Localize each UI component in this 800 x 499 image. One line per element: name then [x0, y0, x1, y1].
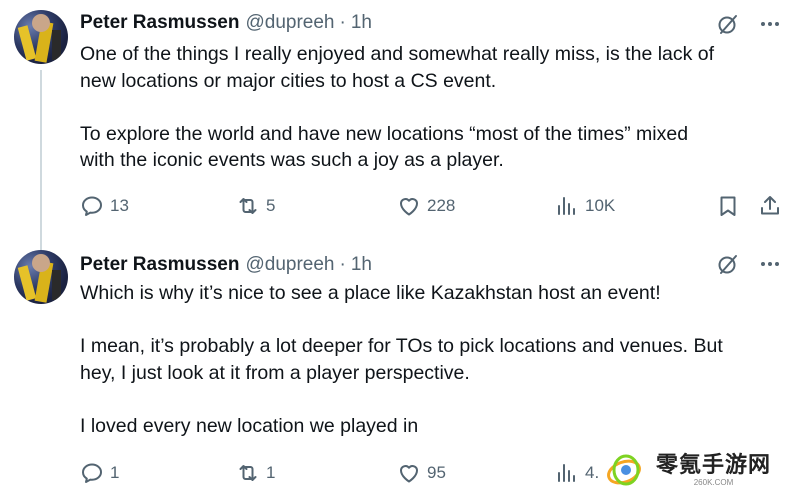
tweet-line: To explore the world and have new locati… [80, 122, 689, 145]
retweet-icon [239, 465, 257, 481]
tweet-header: Peter Rasmussen @dupreeh · 1h [80, 10, 372, 36]
timestamp[interactable]: 1h [351, 254, 372, 276]
site-watermark: 零氪手游网 260K.COM [604, 447, 790, 493]
author-handle[interactable]: @dupreeh [245, 254, 334, 276]
tweet-top-actions [716, 12, 782, 36]
tweet-line: I loved every new location we played in [80, 414, 419, 437]
tweet-line: One of the things I really enjoyed and s… [80, 43, 715, 65]
tweet-1[interactable]: Peter Rasmussen @dupreeh · 1h One of the… [0, 0, 800, 250]
views-button[interactable]: 10K [555, 191, 615, 221]
like-button[interactable]: 95 [397, 458, 446, 488]
tweet-line: with the iconic events was such a joy as… [80, 149, 504, 171]
reply-button[interactable]: 1 [80, 458, 119, 488]
tweet-line: Which is why it’s nice to see a place li… [80, 282, 661, 304]
tweet-line: hey, I just look at it from a player per… [80, 361, 470, 384]
retweet-count: 1 [266, 463, 276, 482]
reply-button[interactable]: 13 [80, 191, 129, 221]
share-button[interactable] [758, 191, 782, 221]
reply-count: 1 [110, 463, 120, 482]
watermark-title: 零氪手游网 [656, 452, 772, 477]
thread-connector-line [40, 70, 42, 250]
tweet-line: new locations or major cities to host a … [80, 69, 497, 92]
tweet-line: I mean, it’s probably a lot deeper for T… [80, 335, 723, 357]
retweet-icon [239, 198, 257, 214]
more-icon[interactable] [758, 252, 782, 276]
tweet-actions: 13 5 228 10K [80, 191, 782, 221]
tweet-top-actions [716, 252, 782, 276]
bookmark-button[interactable] [716, 191, 740, 221]
avatar[interactable] [14, 10, 68, 64]
timestamp[interactable]: 1h [351, 12, 372, 34]
grok-slash-icon[interactable] [716, 12, 740, 36]
like-count: 95 [427, 463, 446, 482]
author-handle[interactable]: @dupreeh [245, 12, 334, 34]
reply-count: 13 [110, 196, 129, 215]
bookmark-icon [720, 196, 736, 216]
grok-slash-icon[interactable] [716, 252, 740, 276]
retweet-count: 5 [266, 196, 276, 215]
views-count: 4. [585, 463, 600, 482]
views-count: 10K [585, 196, 616, 215]
tweet-header: Peter Rasmussen @dupreeh · 1h [80, 252, 372, 278]
reply-icon [82, 196, 102, 216]
more-icon[interactable] [758, 12, 782, 36]
views-icon [558, 464, 575, 482]
author-name[interactable]: Peter Rasmussen [80, 254, 239, 276]
author-name[interactable]: Peter Rasmussen [80, 12, 239, 34]
views-icon [558, 197, 575, 215]
like-icon [400, 198, 418, 216]
tweet-text: One of the things I really enjoyed and s… [80, 41, 780, 174]
retweet-button[interactable]: 1 [236, 458, 275, 488]
tweet-text: Which is why it’s nice to see a place li… [80, 280, 780, 439]
avatar[interactable] [14, 250, 68, 304]
separator-dot: · [339, 12, 346, 33]
retweet-button[interactable]: 5 [236, 191, 275, 221]
views-button[interactable]: 4. [555, 458, 599, 488]
like-icon [400, 465, 418, 483]
reply-icon [82, 463, 102, 483]
share-icon [761, 196, 779, 215]
watermark-subtitle: 260K.COM [693, 478, 734, 487]
watermark-text: 零氪手游网 260K.COM [656, 452, 771, 488]
separator-dot: · [339, 254, 346, 275]
watermark-logo [604, 450, 650, 490]
like-count: 228 [427, 196, 456, 215]
like-button[interactable]: 228 [397, 191, 455, 221]
